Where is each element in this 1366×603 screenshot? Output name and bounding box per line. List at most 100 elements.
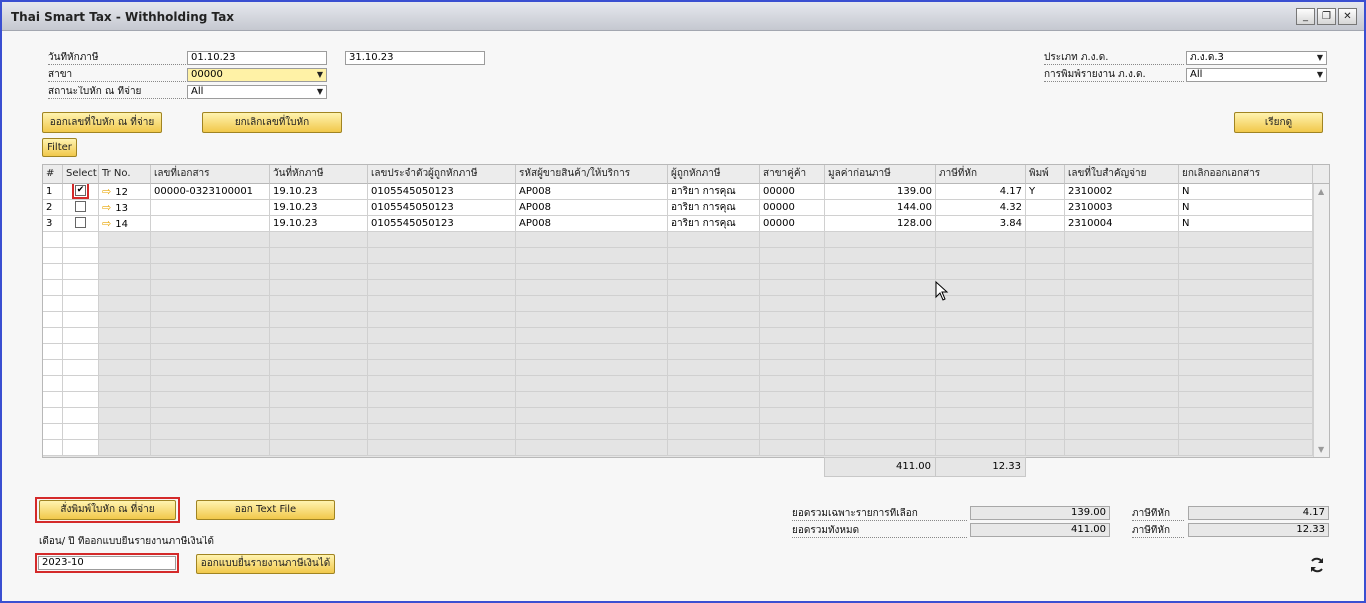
cell-branch[interactable]: 00000 — [760, 200, 825, 216]
empty-cell — [1026, 408, 1065, 424]
empty-cell — [368, 424, 516, 440]
cell-tax[interactable]: 3.84 — [936, 216, 1026, 232]
cell-tax[interactable]: 4.17 — [936, 184, 1026, 200]
empty-cell — [99, 296, 151, 312]
col-header-amount[interactable]: มูลค่าก่อนภาษี — [825, 165, 936, 184]
cell-taxid[interactable]: 0105545050123 — [368, 216, 516, 232]
col-header-vendor[interactable]: รหัสผู้ขายสินค้า/ให้บริการ — [516, 165, 668, 184]
cell-printed[interactable] — [1026, 216, 1065, 232]
cell-voucher[interactable]: 2310002 — [1065, 184, 1179, 200]
empty-cell — [63, 296, 99, 312]
cell-voucher[interactable]: 2310004 — [1065, 216, 1179, 232]
empty-cell — [825, 232, 936, 248]
print-cert-button[interactable]: สั่งพิมพ์ใบหัก ณ ที่จ่าย — [39, 500, 176, 520]
col-header-printed[interactable]: พิมพ์ — [1026, 165, 1065, 184]
tr-no-cell[interactable]: ⇨ 14 — [99, 216, 151, 232]
cell-no[interactable]: 1 — [43, 184, 63, 200]
cell-date[interactable]: 19.10.23 — [270, 184, 368, 200]
arrow-right-icon[interactable]: ⇨ — [102, 217, 111, 230]
cell-amount[interactable]: 128.00 — [825, 216, 936, 232]
restore-button[interactable]: ❐ — [1317, 8, 1336, 25]
empty-cell — [99, 264, 151, 280]
branch-select[interactable]: 00000 ▼ — [187, 68, 327, 82]
empty-cell — [516, 360, 668, 376]
close-button[interactable]: ✕ — [1338, 8, 1357, 25]
empty-cell — [43, 296, 63, 312]
cell-vendor[interactable]: AP008 — [516, 184, 668, 200]
cell-tax[interactable]: 4.32 — [936, 200, 1026, 216]
cell-branch[interactable]: 00000 — [760, 216, 825, 232]
cell-vendor[interactable]: AP008 — [516, 216, 668, 232]
cell-date[interactable]: 19.10.23 — [270, 216, 368, 232]
checkbox-icon[interactable] — [75, 216, 86, 228]
tr-no-cell[interactable]: ⇨ 13 — [99, 200, 151, 216]
cell-taxid[interactable]: 0105545050123 — [368, 200, 516, 216]
select-checkbox[interactable]: ✔ — [63, 184, 99, 200]
empty-cell — [151, 440, 270, 456]
cell-doc[interactable]: 00000-0323100001 — [151, 184, 270, 200]
filter-button[interactable]: Filter — [42, 138, 77, 157]
minimize-button[interactable]: _ — [1296, 8, 1315, 25]
checkbox-icon[interactable] — [75, 200, 86, 212]
cell-vendor[interactable]: AP008 — [516, 200, 668, 216]
cell-no[interactable]: 2 — [43, 200, 63, 216]
cell-no[interactable]: 3 — [43, 216, 63, 232]
empty-cell — [760, 392, 825, 408]
checkbox-checked-icon[interactable]: ✔ — [72, 184, 89, 199]
col-header-name[interactable]: ผู้ถูกหักภาษี — [668, 165, 760, 184]
col-header-no[interactable]: # — [43, 165, 63, 184]
status-select[interactable]: All ▼ — [187, 85, 327, 99]
col-header-voucher[interactable]: เลขที่ใบสำคัญจ่าย — [1065, 165, 1179, 184]
empty-cell — [1026, 328, 1065, 344]
cell-name[interactable]: อาริยา การคุณ — [668, 216, 760, 232]
empty-cell — [516, 232, 668, 248]
col-header-date[interactable]: วันที่หักภาษี — [270, 165, 368, 184]
cell-cancel[interactable]: N — [1179, 184, 1313, 200]
cell-name[interactable]: อาริยา การคุณ — [668, 184, 760, 200]
col-header-select[interactable]: Select — [63, 165, 99, 184]
cell-doc[interactable] — [151, 216, 270, 232]
select-checkbox[interactable] — [63, 216, 99, 232]
cell-voucher[interactable]: 2310003 — [1065, 200, 1179, 216]
cancel-cert-button[interactable]: ยกเลิกเลขที่ใบหัก — [202, 112, 342, 133]
date-from-input[interactable]: 01.10.23 — [187, 51, 327, 65]
income-form-button[interactable]: ออกแบบยื่นรายงานภาษีเงินได้ — [196, 554, 335, 574]
scroll-up-icon[interactable]: ▲ — [1318, 187, 1324, 196]
cell-date[interactable]: 19.10.23 — [270, 200, 368, 216]
cell-doc[interactable] — [151, 200, 270, 216]
scroll-down-icon[interactable]: ▼ — [1318, 445, 1324, 454]
arrow-right-icon[interactable]: ⇨ — [102, 201, 111, 214]
cell-name[interactable]: อาริยา การคุณ — [668, 200, 760, 216]
select-checkbox[interactable] — [63, 200, 99, 216]
print-report-select[interactable]: All ▼ — [1186, 68, 1327, 82]
cell-amount[interactable]: 139.00 — [825, 184, 936, 200]
col-header-taxid[interactable]: เลขประจำตัวผู้ถูกหักภาษี — [368, 165, 516, 184]
empty-cell — [668, 328, 760, 344]
text-file-button[interactable]: ออก Text File — [196, 500, 335, 520]
period-input[interactable]: 2023-10 — [38, 556, 176, 570]
empty-cell — [270, 392, 368, 408]
cell-printed[interactable]: Y — [1026, 184, 1065, 200]
col-header-cancel[interactable]: ยกเลิกออกเอกสาร — [1179, 165, 1313, 184]
cell-cancel[interactable]: N — [1179, 216, 1313, 232]
cell-cancel[interactable]: N — [1179, 200, 1313, 216]
col-header-trno[interactable]: Tr No. — [99, 165, 151, 184]
issue-cert-button[interactable]: ออกเลขที่ใบหัก ณ ที่จ่าย — [42, 112, 162, 133]
tr-no-cell[interactable]: ⇨ 12 — [99, 184, 151, 200]
empty-cell — [63, 248, 99, 264]
cell-printed[interactable] — [1026, 200, 1065, 216]
cell-taxid[interactable]: 0105545050123 — [368, 184, 516, 200]
col-header-doc[interactable]: เลขที่เอกสาร — [151, 165, 270, 184]
grid-scrollbar[interactable]: ▲ ▼ — [1313, 184, 1329, 457]
pnd-type-select[interactable]: ภ.ง.ด.3 ▼ — [1186, 51, 1327, 65]
date-to-input[interactable]: 31.10.23 — [345, 51, 485, 65]
arrow-right-icon[interactable]: ⇨ — [102, 185, 111, 198]
retrieve-button[interactable]: เรียกดู — [1234, 112, 1323, 133]
empty-cell — [270, 344, 368, 360]
total-amount: 411.00 — [824, 457, 936, 477]
refresh-icon[interactable] — [1308, 556, 1326, 574]
cell-branch[interactable]: 00000 — [760, 184, 825, 200]
cell-amount[interactable]: 144.00 — [825, 200, 936, 216]
col-header-branch[interactable]: สาขาคู่ค้า — [760, 165, 825, 184]
col-header-tax[interactable]: ภาษีที่หัก — [936, 165, 1026, 184]
